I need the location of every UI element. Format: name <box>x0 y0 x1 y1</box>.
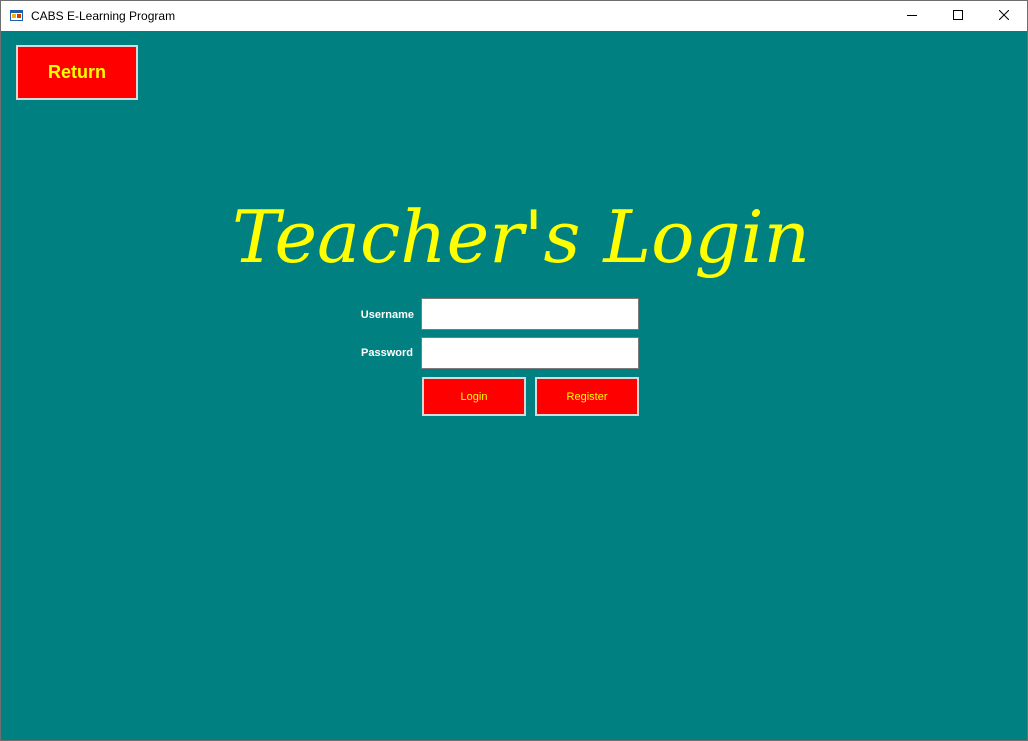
title-bar[interactable]: CABS E-Learning Program <box>1 1 1027 31</box>
close-icon <box>998 7 1010 25</box>
username-label: Username <box>360 309 414 321</box>
page-title: Teacher's Login <box>232 195 810 279</box>
form-content: Return Teacher's Login Username Password… <box>1 31 1027 740</box>
password-label: Password <box>361 347 413 359</box>
close-button[interactable] <box>981 1 1027 31</box>
register-button[interactable]: Register <box>535 377 639 416</box>
app-window: CABS E-Learning Program Return Teacher's… <box>0 0 1028 741</box>
username-field[interactable] <box>421 298 639 330</box>
minimize-icon <box>907 7 917 25</box>
minimize-button[interactable] <box>889 1 935 31</box>
window-title: CABS E-Learning Program <box>31 9 176 23</box>
app-window-icon <box>10 8 24 22</box>
maximize-icon <box>953 7 963 25</box>
password-field[interactable] <box>421 337 639 369</box>
login-button[interactable]: Login <box>422 377 526 416</box>
maximize-button[interactable] <box>935 1 981 31</box>
return-button[interactable]: Return <box>16 45 138 100</box>
